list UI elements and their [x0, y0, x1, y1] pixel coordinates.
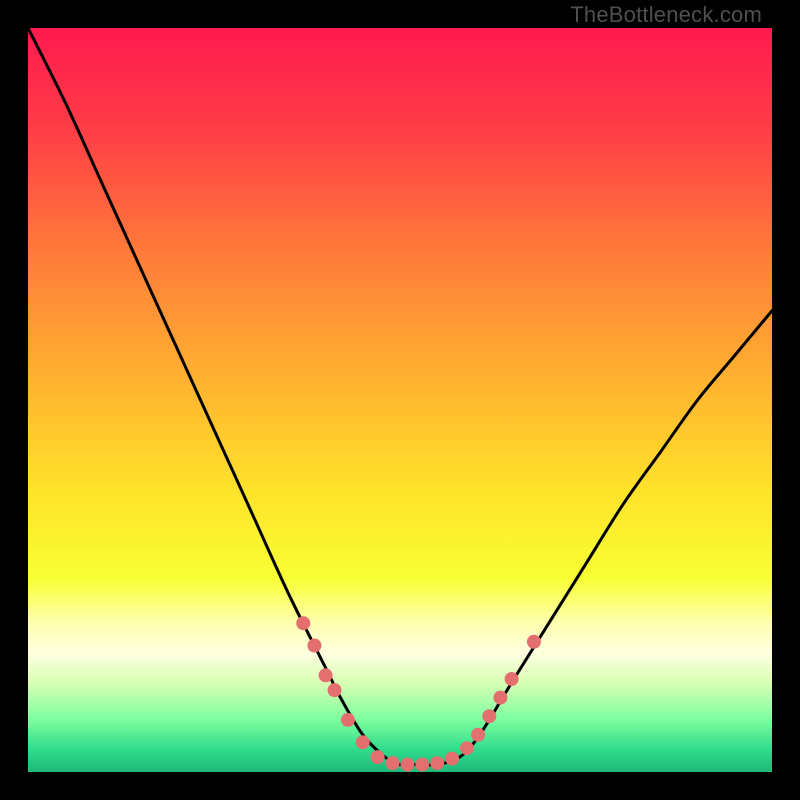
data-point [505, 672, 519, 686]
data-point [296, 616, 310, 630]
bottleneck-chart [28, 28, 772, 772]
watermark-text: TheBottleneck.com [570, 2, 762, 28]
data-point [460, 741, 474, 755]
data-point [400, 758, 414, 772]
data-point [471, 728, 485, 742]
data-point [493, 691, 507, 705]
data-point [307, 639, 321, 653]
gradient-background [28, 28, 772, 772]
data-point [371, 750, 385, 764]
data-point [482, 709, 496, 723]
data-point [415, 758, 429, 772]
data-point [328, 683, 342, 697]
data-point [319, 668, 333, 682]
data-point [341, 713, 355, 727]
data-point [445, 752, 459, 766]
data-point [527, 635, 541, 649]
plot-area [28, 28, 772, 772]
chart-frame: TheBottleneck.com [0, 0, 800, 800]
data-point [386, 756, 400, 770]
data-point [356, 735, 370, 749]
data-point [430, 756, 444, 770]
